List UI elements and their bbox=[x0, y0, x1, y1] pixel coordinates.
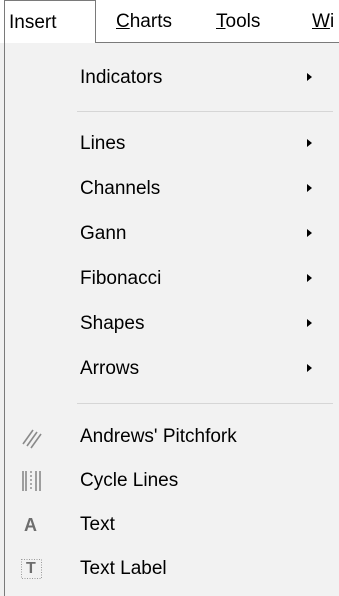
menu-item-cycle-lines[interactable]: Cycle Lines bbox=[5, 459, 339, 503]
cycle-lines-icon bbox=[19, 468, 45, 494]
menu-item-shapes-label: Shapes bbox=[80, 313, 145, 334]
menu-charts[interactable]: Charts bbox=[116, 0, 172, 43]
menu-charts-mnemonic: C bbox=[116, 11, 130, 32]
submenu-arrow-icon bbox=[307, 139, 312, 147]
pitchfork-icon bbox=[19, 424, 45, 450]
submenu-arrow-icon bbox=[307, 184, 312, 192]
menu-tools[interactable]: Tools bbox=[216, 0, 260, 43]
menu-item-fibonacci[interactable]: Fibonacci bbox=[5, 257, 339, 301]
menu-item-gann-label: Gann bbox=[80, 223, 127, 244]
menu-item-indicators[interactable]: Indicators bbox=[5, 56, 339, 100]
menu-item-gann[interactable]: Gann bbox=[5, 212, 339, 256]
menu-window-label: i bbox=[329, 11, 335, 32]
submenu-arrow-icon bbox=[307, 364, 312, 372]
text-label-icon: T bbox=[19, 556, 45, 582]
menu-charts-label: harts bbox=[129, 11, 172, 32]
menu-bar: Insert Charts Tools Wi bbox=[0, 0, 339, 43]
menu-item-channels[interactable]: Channels bbox=[5, 167, 339, 211]
submenu-arrow-icon bbox=[307, 229, 312, 237]
menu-item-andrews-pitchfork[interactable]: Andrews' Pitchfork bbox=[5, 415, 339, 459]
menu-item-arrows-label: Arrows bbox=[80, 358, 140, 379]
menu-window[interactable]: Wi bbox=[312, 0, 334, 43]
menu-item-text-label[interactable]: T Text Label bbox=[5, 547, 339, 591]
menu-item-indicators-label: Indicators bbox=[80, 67, 163, 88]
menu-tools-label: ools bbox=[225, 11, 261, 32]
menu-item-lines-label: Lines bbox=[80, 133, 126, 154]
menu-item-fibonacci-label: Fibonacci bbox=[80, 268, 162, 289]
menu-insert[interactable]: Insert bbox=[4, 0, 96, 43]
submenu-arrow-icon bbox=[307, 319, 312, 327]
menu-item-channels-label: Channels bbox=[80, 178, 161, 199]
submenu-arrow-icon bbox=[307, 274, 312, 282]
menu-item-arrows[interactable]: Arrows bbox=[5, 347, 339, 391]
menu-item-lines[interactable]: Lines bbox=[5, 122, 339, 166]
menu-separator bbox=[77, 403, 333, 404]
menu-window-mnemonic: W bbox=[312, 11, 330, 32]
menu-item-text[interactable]: A Text bbox=[5, 503, 339, 547]
menu-insert-label: Insert bbox=[9, 12, 57, 33]
insert-dropdown-menu: Indicators Lines Channels Gann Fibonacci… bbox=[4, 42, 339, 596]
menu-item-cycle-lines-label: Cycle Lines bbox=[80, 470, 179, 491]
menu-tools-mnemonic: T bbox=[216, 11, 226, 32]
menu-separator bbox=[77, 111, 333, 112]
submenu-arrow-icon bbox=[307, 73, 312, 81]
text-label-icon-glyph: T bbox=[26, 560, 36, 577]
menu-item-text-label-label: Text Label bbox=[80, 558, 167, 579]
text-icon-glyph: A bbox=[24, 515, 37, 535]
menu-item-andrews-pitchfork-label: Andrews' Pitchfork bbox=[80, 426, 237, 447]
menu-item-shapes[interactable]: Shapes bbox=[5, 302, 339, 346]
menu-item-text-label: Text bbox=[80, 514, 115, 535]
text-icon: A bbox=[19, 512, 45, 538]
